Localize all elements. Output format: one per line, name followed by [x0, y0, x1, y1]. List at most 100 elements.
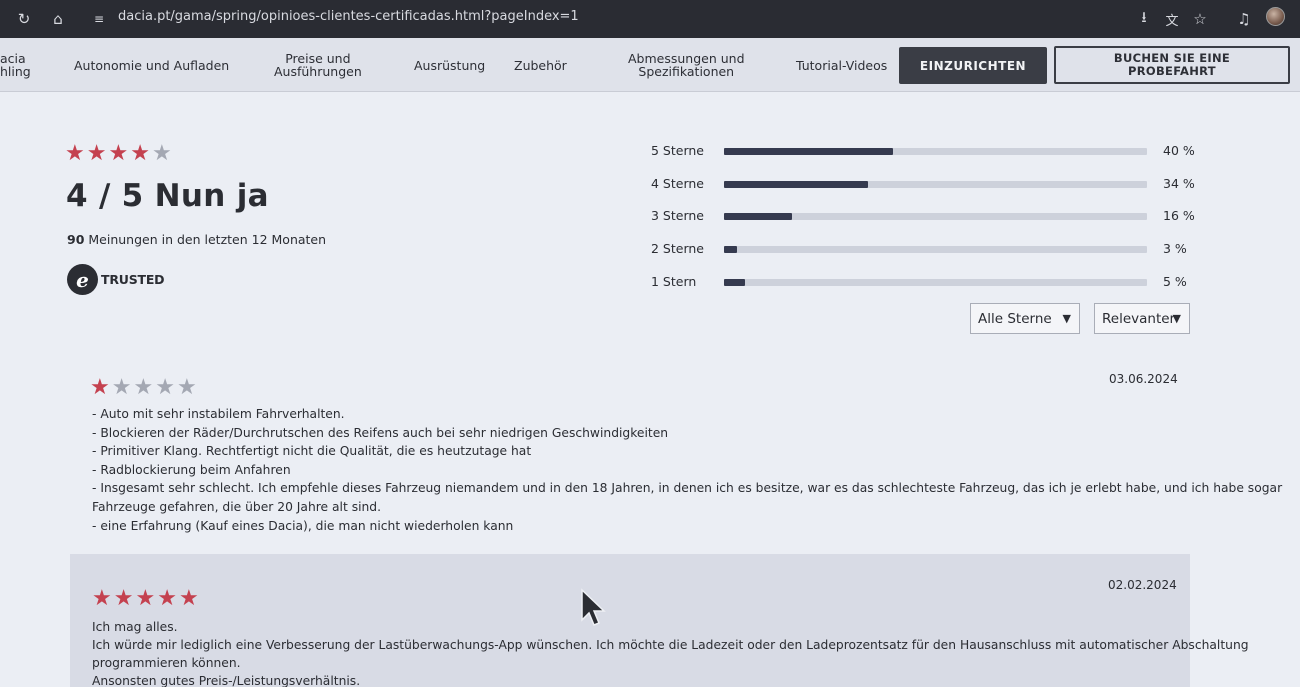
- distribution-bar: [724, 246, 1147, 253]
- star-empty-icon: ★: [176, 375, 197, 400]
- review-text-line: Ich würde mir lediglich eine Verbesserun…: [92, 638, 1249, 652]
- chevron-down-icon: ▼: [1172, 312, 1181, 325]
- distribution-label: 3 Sterne: [651, 208, 704, 223]
- nav-item-label: Ausrüstung: [414, 58, 486, 73]
- nav-item-autonomie[interactable]: Autonomie und Aufladen: [74, 59, 229, 72]
- review-text-line: programmieren können.: [92, 656, 241, 670]
- address-bar[interactable]: dacia.pt/gama/spring/opinioes-clientes-c…: [118, 9, 579, 24]
- distribution-bar: [724, 181, 1147, 188]
- site-settings-icon[interactable]: ≡: [88, 8, 110, 30]
- nav-item-label: Tutorial-Videos: [796, 58, 888, 73]
- review-item: ★ ★ ★ ★ ★ 03.06.2024 - Auto mit sehr instabi…: [70, 362, 1282, 547]
- review-count-number: 90: [67, 232, 85, 247]
- sort-select[interactable]: Relevanter ▼: [1094, 303, 1190, 334]
- distribution-label: 4 Sterne: [651, 176, 704, 191]
- distribution-label: 1 Stern: [651, 274, 697, 289]
- review-text-line: Ich mag alles.: [92, 620, 178, 634]
- nav-item-tutorial-videos[interactable]: Tutorial-Videos: [796, 59, 887, 72]
- mouse-cursor-icon: [581, 588, 606, 626]
- review-text-line: Ansonsten gutes Preis-/Leistungsverhältn…: [92, 674, 361, 687]
- distribution-bar-fill: [724, 181, 868, 188]
- distribution-row[interactable]: 3 Sterne 16 %: [651, 206, 1196, 226]
- translate-icon[interactable]: 文: [1161, 8, 1183, 30]
- bookmark-star-icon[interactable]: ☆: [1189, 8, 1211, 30]
- review-text-line: - Blockieren der Räder/Durchrutschen des…: [92, 425, 669, 440]
- review-count-text: Meinungen in den letzten 12 Monaten: [88, 232, 327, 247]
- distribution-percent: 40 %: [1163, 143, 1195, 158]
- distribution-label: 2 Sterne: [651, 241, 704, 256]
- distribution-percent: 16 %: [1163, 208, 1195, 223]
- trusted-shops-logo: e TRUSTED: [67, 264, 165, 295]
- distribution-row[interactable]: 5 Sterne 40 %: [651, 141, 1196, 161]
- site-navigation: acia hling Autonomie und Aufladen Preise…: [0, 38, 1300, 92]
- distribution-percent: 5 %: [1163, 274, 1187, 289]
- browser-toolbar: ↻ ⌂ ≡ dacia.pt/gama/spring/opinioes-clie…: [0, 0, 1300, 38]
- distribution-bar: [724, 148, 1147, 155]
- summary-score: 4 / 5 Nun ja: [66, 178, 269, 214]
- reload-icon[interactable]: ↻: [13, 8, 35, 30]
- star-filled-icon: ★: [86, 141, 107, 166]
- review-item: ★ ★ ★ ★ ★ 02.02.2024 Ich mag alles. Ich würde…: [70, 554, 1249, 687]
- star-empty-icon: ★: [133, 375, 154, 400]
- review-rating-stars: ★ ★ ★ ★ ★: [92, 588, 199, 610]
- review-text-line: - eine Erfahrung (Kauf eines Dacia), die…: [92, 518, 514, 533]
- review-text-line: - Insgesamt sehr schlecht. Ich empfehle …: [92, 481, 1283, 496]
- review-count: 90 Meinungen in den letzten 12 Monaten: [67, 232, 326, 247]
- distribution-row[interactable]: 4 Sterne 34 %: [651, 174, 1196, 194]
- star-empty-icon: ★: [155, 375, 175, 400]
- star-filled-icon: ★: [130, 141, 150, 166]
- distribution-bar: [724, 213, 1147, 220]
- home-icon[interactable]: ⌂: [47, 8, 69, 30]
- nav-item-abmessungen[interactable]: Abmessungen und Spezifikationen: [628, 52, 745, 78]
- nav-item-label: Spezifikationen: [638, 64, 735, 79]
- test-drive-line2: PROBEFAHRT: [1128, 64, 1216, 78]
- distribution-bar-fill: [724, 213, 792, 220]
- nav-item-label: Zubehör: [514, 58, 567, 73]
- star-empty-icon: ★: [151, 141, 172, 166]
- review-date: 02.02.2024: [1108, 578, 1177, 592]
- install-app-icon[interactable]: ⭳: [1133, 8, 1155, 30]
- review-text-line: - Auto mit sehr instabilem Fahrverhalten…: [92, 407, 345, 421]
- distribution-percent: 3 %: [1163, 241, 1187, 256]
- profile-avatar[interactable]: [1266, 7, 1285, 26]
- configure-button[interactable]: EINZURICHTEN: [899, 47, 1047, 84]
- nav-item-partial[interactable]: acia hling: [0, 52, 31, 78]
- star-empty-icon: ★: [111, 375, 132, 400]
- star-filled-icon: ★: [135, 586, 156, 611]
- distribution-percent: 34 %: [1163, 176, 1195, 191]
- star-filled-icon: ★: [65, 141, 85, 166]
- trusted-e-icon: e: [67, 264, 98, 295]
- distribution-bar-fill: [724, 148, 894, 155]
- book-test-drive-button[interactable]: BUCHEN SIE EINE PROBEFAHRT: [1054, 46, 1290, 84]
- sort-value: Relevanter: [1102, 310, 1176, 327]
- nav-partial-line2: hling: [0, 64, 31, 79]
- distribution-row[interactable]: 2 Sterne 3 %: [651, 239, 1196, 259]
- review-text-line: - Primitiver Klang. Rechtfertigt nicht d…: [92, 444, 532, 459]
- star-filled-icon: ★: [108, 141, 129, 166]
- media-control-icon[interactable]: ♫: [1233, 8, 1255, 30]
- distribution-label: 5 Sterne: [651, 143, 704, 158]
- nav-item-zubehoer[interactable]: Zubehör: [514, 59, 567, 72]
- summary-rating-stars: ★ ★ ★ ★ ★: [65, 143, 172, 165]
- review-text-line: Fahrzeuge gefahren, die über 20 Jahre al…: [92, 500, 382, 514]
- star-filled-icon: ★: [90, 375, 110, 400]
- nav-item-label: Ausführungen: [274, 64, 362, 79]
- review-text-line: - Radblockierung beim Anfahren: [92, 462, 291, 477]
- distribution-row[interactable]: 1 Stern 5 %: [651, 272, 1196, 292]
- trusted-label: TRUSTED: [101, 272, 165, 287]
- star-filled-icon: ★: [113, 586, 134, 611]
- star-filled-icon: ★: [92, 586, 112, 611]
- stars-filter-select[interactable]: Alle Sterne ▼: [970, 303, 1080, 334]
- review-date: 03.06.2024: [1109, 372, 1178, 386]
- nav-item-ausruestung[interactable]: Ausrüstung: [414, 59, 485, 72]
- distribution-bar-fill: [724, 279, 746, 286]
- nav-item-preise[interactable]: Preise und Ausführungen: [274, 52, 362, 78]
- chevron-down-icon: ▼: [1062, 312, 1071, 325]
- distribution-bar-fill: [724, 246, 737, 253]
- review-rating-stars: ★ ★ ★ ★ ★: [90, 377, 197, 399]
- star-filled-icon: ★: [157, 586, 177, 611]
- distribution-bar: [724, 279, 1147, 286]
- star-filled-icon: ★: [178, 586, 199, 611]
- stars-filter-value: Alle Sterne: [978, 310, 1052, 327]
- nav-item-label: Autonomie und Aufladen: [74, 58, 230, 73]
